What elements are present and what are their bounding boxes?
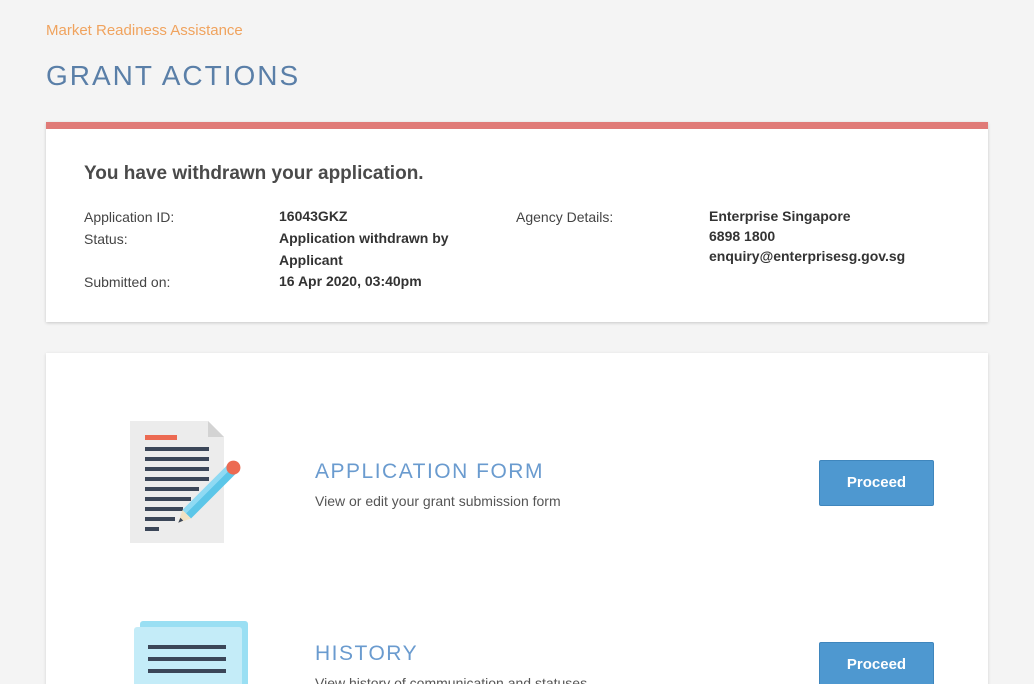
agency-phone: 6898 1800 [709,228,776,244]
history-proceed-button[interactable]: Proceed [819,642,934,684]
application-form-title: APPLICATION FORM [315,460,544,483]
breadcrumb[interactable]: Market Readiness Assistance [46,22,243,39]
page: Market Readiness Assistance GRANT ACTION… [0,0,1034,684]
status-heading: You have withdrawn your application. [84,163,424,184]
submitted-value: 16 Apr 2020, 03:40pm [279,273,422,289]
application-form-description: View or edit your grant submission form [315,493,561,509]
status-value-line1: Application withdrawn by [279,230,449,246]
actions-card: APPLICATION FORM View or edit your grant… [46,353,988,684]
status-label: Status: [84,231,128,247]
application-form-proceed-button[interactable]: Proceed [819,460,934,506]
history-description: View history of communication and status… [315,675,588,684]
submitted-label: Submitted on: [84,274,171,290]
page-title: GRANT ACTIONS [46,60,301,91]
agency-name: Enterprise Singapore [709,208,851,224]
status-value-line2: Applicant [279,252,343,268]
agency-label: Agency Details: [516,209,614,225]
history-title: HISTORY [315,642,419,665]
status-card: You have withdrawn your application. App… [46,122,988,322]
document-edit-icon [128,419,248,552]
application-id-value: 16043GKZ [279,208,348,224]
application-id-label: Application ID: [84,209,175,225]
history-document-icon [134,621,250,684]
agency-email: enquiry@enterprisesg.gov.sg [709,248,906,264]
